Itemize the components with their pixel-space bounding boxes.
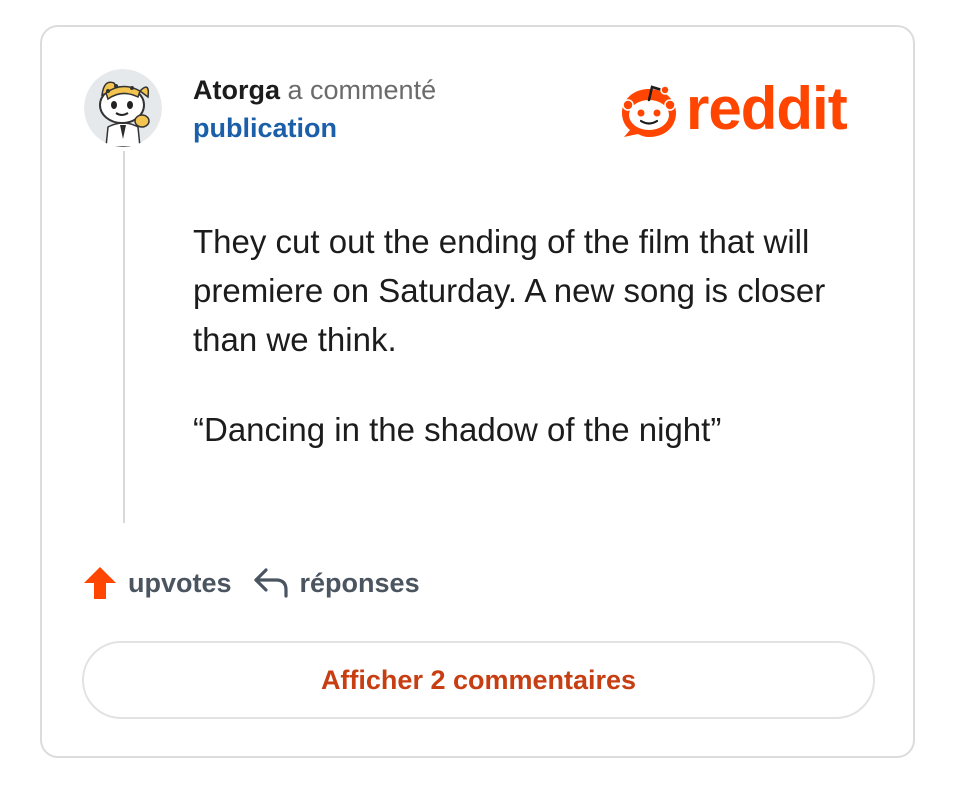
- post-link[interactable]: publication: [193, 109, 436, 147]
- snoo-avatar-icon: [84, 69, 162, 147]
- reply-button[interactable]: réponses: [252, 566, 420, 600]
- reddit-logo: reddit: [618, 75, 848, 142]
- comment-card: Atorga a commenté publication reddit The…: [40, 25, 915, 758]
- comment-body: They cut out the ending of the film that…: [193, 217, 853, 454]
- replies-label: réponses: [299, 567, 420, 598]
- reddit-wordmark: reddit: [686, 75, 848, 142]
- action-text: a commenté: [287, 75, 437, 105]
- reddit-snoo-icon: [622, 85, 676, 137]
- author-name[interactable]: Atorga: [193, 75, 280, 105]
- thread-line: [123, 151, 125, 523]
- upvotes-label: upvotes: [128, 567, 232, 598]
- comment-meta: Atorga a commenté publication: [193, 71, 436, 147]
- reply-arrow-icon: [253, 568, 288, 598]
- show-comments-button[interactable]: Afficher 2 commentaires: [82, 641, 875, 719]
- upvote-button[interactable]: upvotes: [82, 565, 232, 601]
- user-avatar[interactable]: [84, 69, 162, 147]
- upvote-arrow-icon: [84, 567, 116, 599]
- comment-quote: “Dancing in the shadow of the night”: [193, 411, 722, 448]
- comment-actions: upvotes réponses: [82, 565, 420, 601]
- comment-paragraph: They cut out the ending of the film that…: [193, 223, 826, 358]
